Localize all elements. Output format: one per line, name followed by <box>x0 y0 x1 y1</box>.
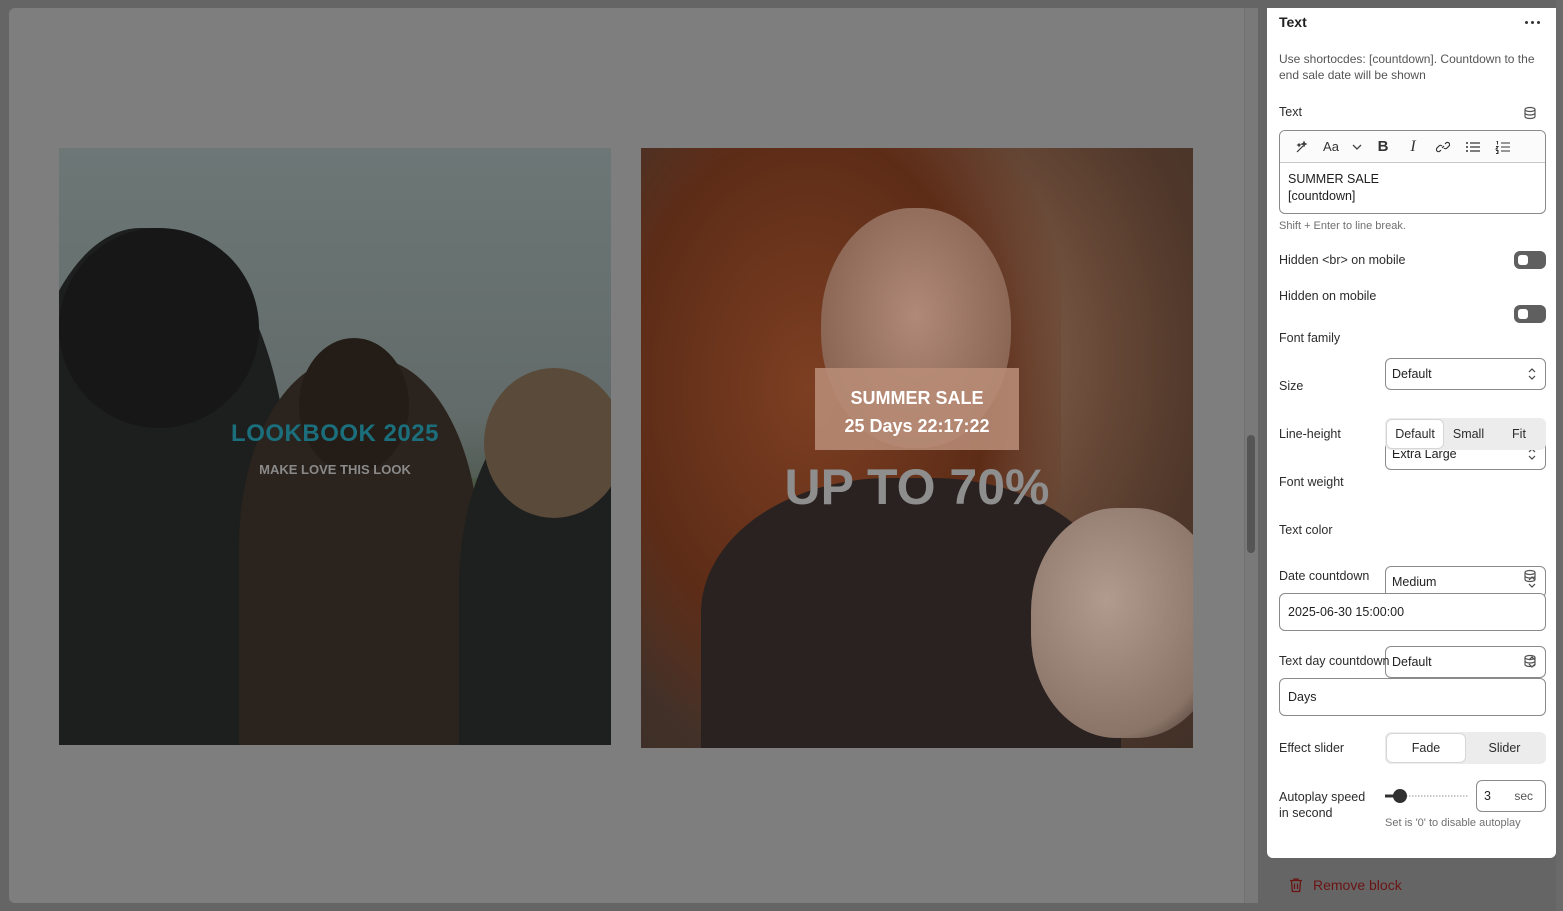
chevron-down-icon[interactable] <box>1346 135 1368 159</box>
numbered-list-icon[interactable] <box>1488 135 1518 159</box>
italic-icon[interactable]: I <box>1398 135 1428 159</box>
text-color-value: Default <box>1392 655 1432 669</box>
autoplay-unit: sec <box>1514 789 1533 803</box>
autoplay-label-line1: Autoplay speed <box>1279 790 1366 804</box>
text-label: Text <box>1279 105 1302 119</box>
line-height-label: Line-height <box>1279 427 1341 441</box>
autoplay-value[interactable]: 3 <box>1484 789 1491 803</box>
text-day-countdown-input[interactable]: Days <box>1279 678 1546 716</box>
font-family-value: Default <box>1392 367 1432 381</box>
effect-slider-label: Effect slider <box>1279 741 1345 755</box>
line-height-small[interactable]: Small <box>1443 420 1494 448</box>
line-height-default[interactable]: Default <box>1387 420 1443 448</box>
autoplay-hint: Set is '0' to disable autoplay <box>1385 817 1521 829</box>
line-height-segmented: Default Small Fit <box>1385 418 1546 450</box>
line-break-hint: Shift + Enter to line break. <box>1279 220 1406 232</box>
select-chevron-icon <box>1528 368 1536 380</box>
lookbook-subtitle: MAKE LOVE THIS LOOK <box>259 462 411 477</box>
text-color-select[interactable]: Default <box>1385 646 1546 678</box>
dynamic-source-icon[interactable] <box>1523 569 1537 583</box>
photo-head-center <box>299 338 409 473</box>
effect-fade[interactable]: Fade <box>1387 734 1465 762</box>
effect-slider-segmented: Fade Slider <box>1385 732 1546 764</box>
trash-icon <box>1290 878 1302 893</box>
bullet-list-icon[interactable] <box>1458 135 1488 159</box>
hidden-br-label: Hidden <br> on mobile <box>1279 253 1406 267</box>
photo-head-left <box>59 228 259 428</box>
hidden-mobile-toggle[interactable] <box>1514 305 1546 323</box>
countdown-display: 25 Days 22:17:22 <box>844 416 990 436</box>
text-color-label: Text color <box>1279 523 1333 537</box>
font-family-select[interactable]: Default <box>1385 358 1546 390</box>
autoplay-slider[interactable] <box>1385 789 1469 803</box>
autoplay-slider-track <box>1385 789 1469 803</box>
font-weight-value: Medium <box>1392 575 1437 589</box>
editor-line-2: [countdown] <box>1288 189 1356 203</box>
effect-slider[interactable]: Slider <box>1465 734 1544 762</box>
dynamic-source-icon[interactable] <box>1523 654 1537 668</box>
hidden-br-toggle[interactable] <box>1514 251 1546 269</box>
autoplay-label-line2: in second <box>1279 806 1333 820</box>
date-countdown-input[interactable]: 2025-06-30 15:00:00 <box>1279 593 1546 631</box>
text-day-countdown-label: Text day countdown <box>1279 654 1390 668</box>
lookbook-title: LOOKBOOK 2025 <box>231 420 439 447</box>
font-family-label: Font family <box>1279 331 1341 345</box>
rich-text-editor[interactable]: Aa B I SUMMER SALE [countdown] <box>1279 130 1546 214</box>
sale-title: SUMMER SALE <box>850 388 984 408</box>
size-label: Size <box>1279 379 1304 393</box>
editor-line-1: SUMMER SALE <box>1288 172 1379 186</box>
more-options-icon[interactable] <box>1519 12 1545 32</box>
remove-block-label: Remove block <box>1313 877 1402 893</box>
preview-canvas: LOOKBOOK 2025 MAKE LOVE THIS LOOK SUMMER… <box>9 8 1258 903</box>
date-countdown-label: Date countdown <box>1279 569 1370 583</box>
bold-icon[interactable]: B <box>1368 135 1398 159</box>
window-gutter <box>1556 0 1563 911</box>
magic-icon[interactable] <box>1288 135 1316 159</box>
autoplay-number-input[interactable]: 3 sec <box>1476 780 1546 812</box>
shortcode-hint: Use shortocdes: [countdown]. Countdown t… <box>1279 52 1535 82</box>
autoplay-slider-knob[interactable] <box>1393 789 1407 803</box>
dynamic-source-icon[interactable] <box>1523 106 1537 120</box>
photo-hand <box>1031 508 1193 738</box>
font-size-icon[interactable]: Aa <box>1316 135 1346 159</box>
line-height-fit[interactable]: Fit <box>1494 420 1544 448</box>
link-icon[interactable] <box>1428 135 1458 159</box>
remove-block-button[interactable]: Remove block <box>1289 877 1402 893</box>
autoplay-label: Autoplay speed in second <box>1279 789 1365 821</box>
editor-content[interactable]: SUMMER SALE [countdown] <box>1280 163 1545 213</box>
summer-sale-slide[interactable]: SUMMER SALE 25 Days 22:17:22 UP TO 70% <box>641 148 1193 748</box>
hidden-mobile-label: Hidden on mobile <box>1279 289 1377 303</box>
panel-title: Text <box>1279 14 1307 30</box>
countdown-text-block[interactable]: SUMMER SALE 25 Days 22:17:22 <box>815 368 1019 450</box>
font-weight-label: Font weight <box>1279 475 1344 489</box>
editor-toolbar: Aa B I <box>1280 131 1545 163</box>
settings-panel: Text Use shortocdes: [countdown]. Countd… <box>1267 8 1556 858</box>
canvas-scrollbar-thumb[interactable] <box>1247 435 1255 553</box>
lookbook-slide[interactable]: LOOKBOOK 2025 MAKE LOVE THIS LOOK <box>59 148 611 745</box>
sale-headline: UP TO 70% <box>784 459 1050 515</box>
